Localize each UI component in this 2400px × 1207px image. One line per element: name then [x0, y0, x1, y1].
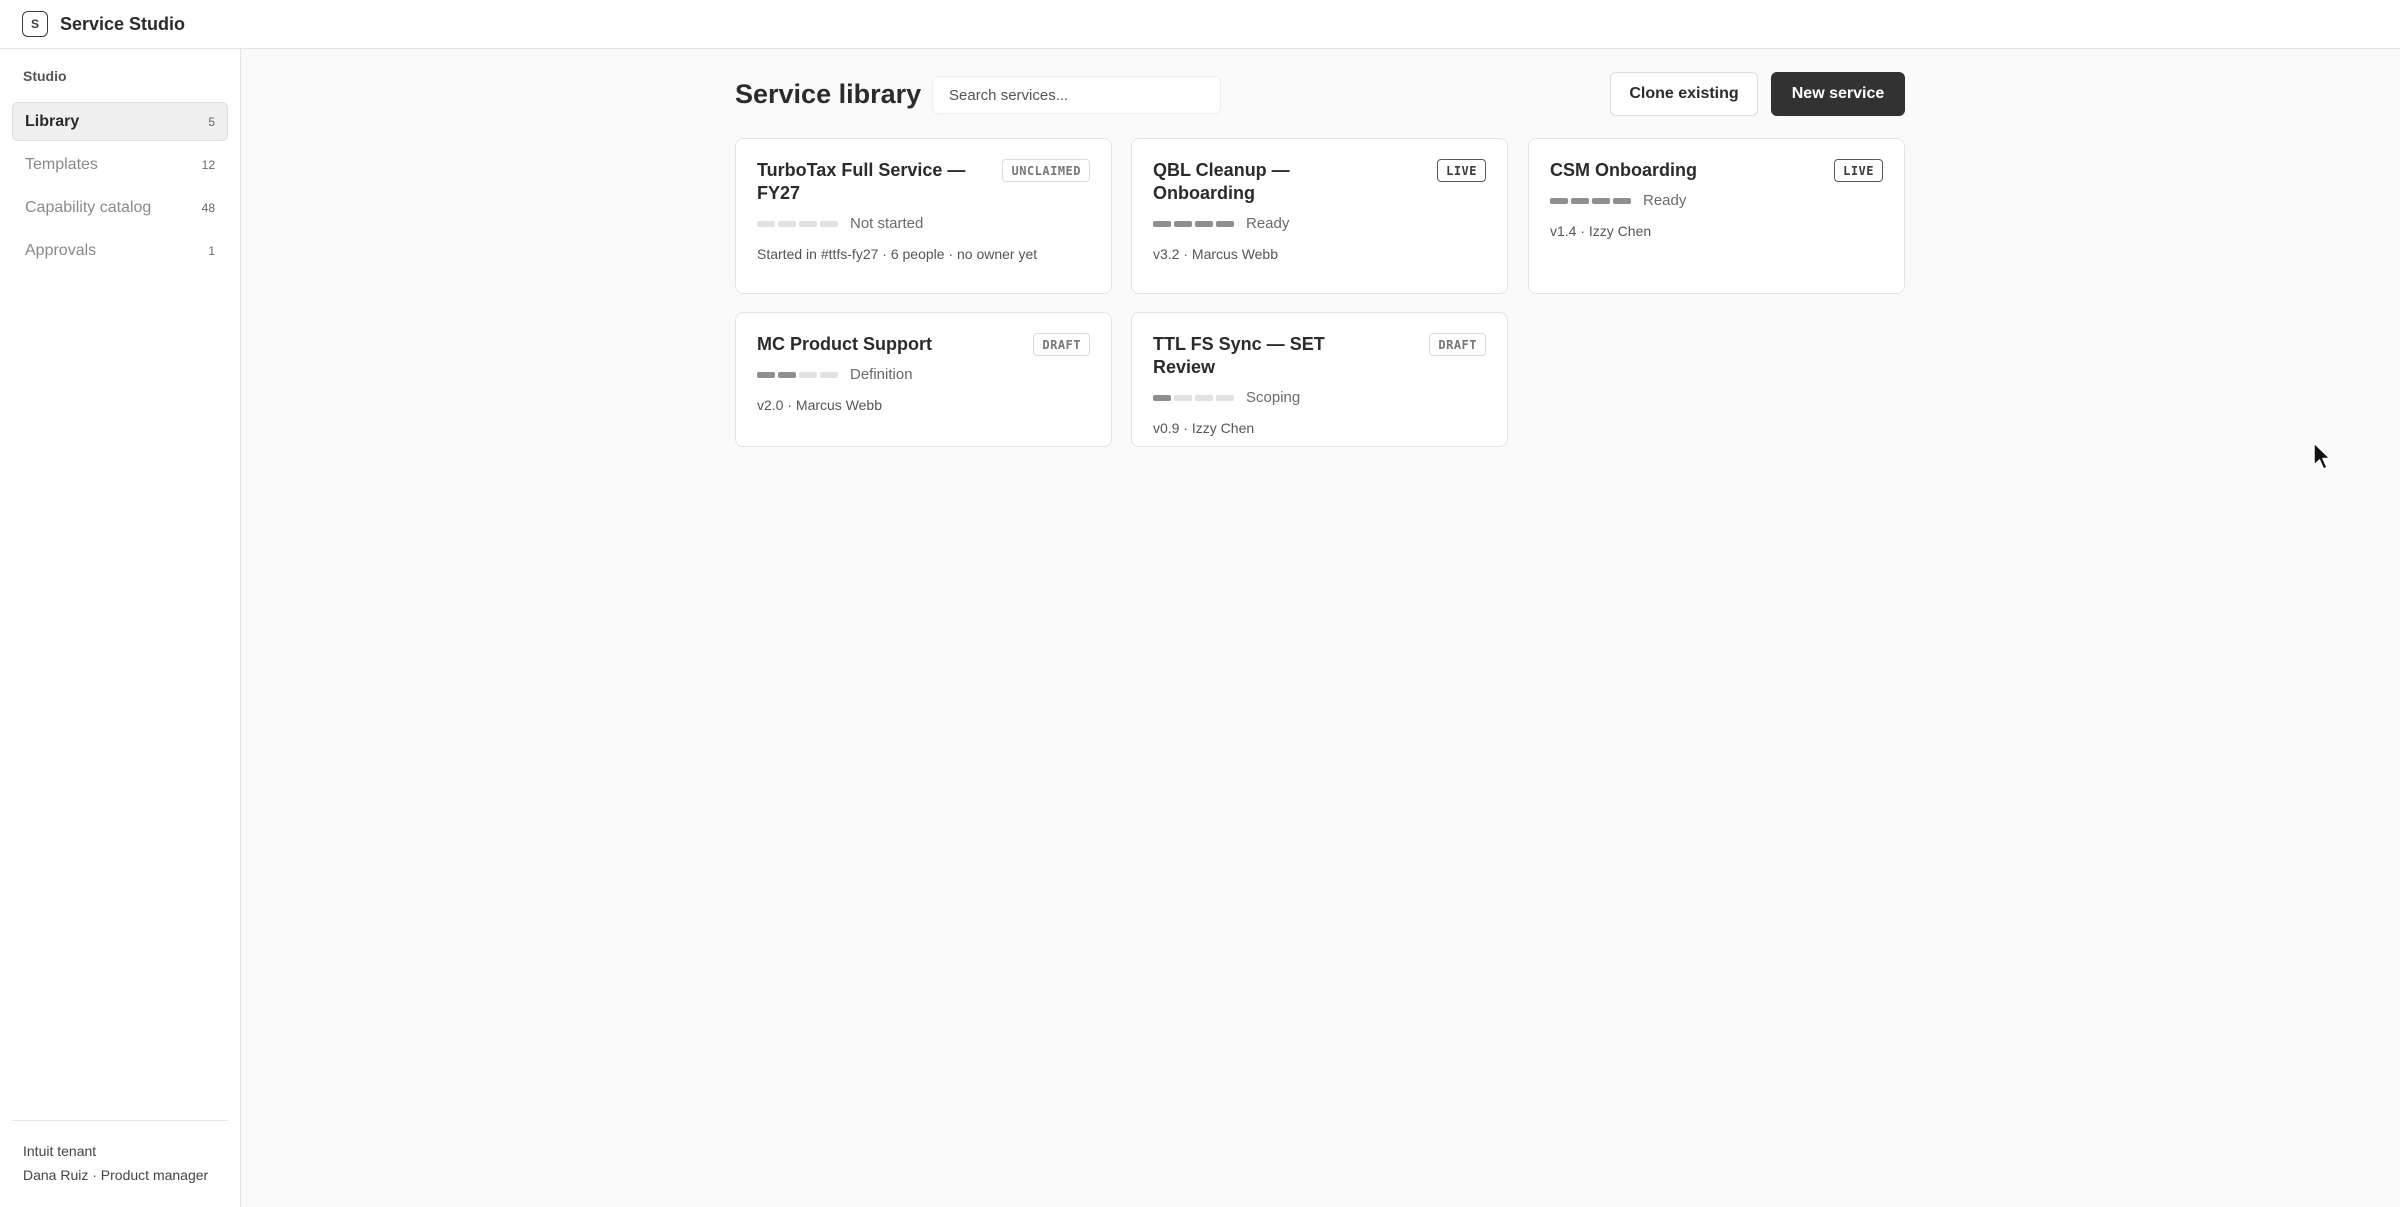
sidebar-item-label: Capability catalog — [25, 198, 152, 216]
sidebar-item-approvals[interactable]: Approvals 1 — [12, 231, 228, 270]
service-card[interactable]: TTL FS Sync — SET Review DRAFT Scoping v… — [1131, 312, 1508, 447]
search-input[interactable] — [932, 76, 1221, 114]
progress-segment — [1216, 220, 1234, 227]
sidebar-item-count: 5 — [208, 114, 215, 129]
stage-label: Ready — [1643, 192, 1687, 209]
sidebar-item-capability-catalog[interactable]: Capability catalog 48 — [12, 188, 228, 227]
progress-segment — [778, 371, 796, 378]
service-card[interactable]: TurboTax Full Service — FY27 UNCLAIMED N… — [735, 138, 1112, 294]
progress-segment — [757, 371, 775, 378]
new-service-button[interactable]: New service — [1771, 72, 1905, 116]
status-badge: LIVE — [1437, 159, 1486, 182]
sidebar-nav: Library 5 Templates 12 Capability catalo… — [12, 102, 228, 274]
mouse-cursor-icon — [2313, 442, 2331, 470]
tenant-name: Intuit tenant — [23, 1143, 97, 1159]
progress-segment — [1550, 197, 1568, 204]
service-card-meta: Started in #ttfs-fy27 · 6 people · no ow… — [757, 246, 1038, 262]
progress-segment — [799, 220, 817, 227]
stage-label: Ready — [1246, 215, 1290, 232]
sidebar-footer: Intuit tenant Dana Ruiz · Product manage… — [12, 1120, 228, 1187]
progress-segment — [778, 220, 796, 227]
service-card[interactable]: QBL Cleanup — Onboarding LIVE Ready v3.2… — [1131, 138, 1508, 294]
progress-segment — [1174, 220, 1192, 227]
service-card[interactable]: CSM Onboarding LIVE Ready v1.4 · Izzy Ch… — [1528, 138, 1905, 294]
stage-label: Definition — [850, 366, 913, 383]
top-bar: S Service Studio — [0, 0, 2400, 49]
sidebar-item-count: 12 — [201, 157, 215, 172]
library-toolbar: Service library Clone existing New servi… — [735, 72, 1905, 116]
progress-segment — [1153, 220, 1171, 227]
stage-progress: Definition — [757, 366, 1090, 383]
page-title: Service library — [735, 79, 922, 109]
progress-segment — [1613, 197, 1631, 204]
status-badge: DRAFT — [1429, 333, 1486, 356]
progress-segment — [1195, 394, 1213, 401]
stage-progress: Scoping — [1153, 389, 1486, 406]
app-title: Service Studio — [60, 13, 186, 34]
sidebar-section-title: Studio — [23, 68, 67, 84]
progress-segment — [1153, 394, 1171, 401]
sidebar-item-label: Approvals — [25, 241, 97, 259]
stage-label: Scoping — [1246, 389, 1301, 406]
sidebar-item-count: 48 — [201, 200, 215, 215]
status-badge: UNCLAIMED — [1002, 159, 1090, 182]
stage-progress: Ready — [1550, 192, 1883, 209]
progress-segment — [799, 371, 817, 378]
service-card-title: CSM Onboarding — [1550, 160, 1697, 180]
progress-segment — [1216, 394, 1234, 401]
progress-segment — [820, 220, 838, 227]
progress-segment — [1571, 197, 1589, 204]
stage-progress: Ready — [1153, 215, 1486, 232]
progress-segment — [1195, 220, 1213, 227]
sidebar-item-count: 1 — [208, 243, 215, 258]
sidebar: Studio Library 5 Templates 12 Capability… — [0, 49, 241, 1207]
status-badge: LIVE — [1834, 159, 1883, 182]
service-card-meta: v2.0 · Marcus Webb — [757, 397, 883, 413]
stage-progress: Not started — [757, 215, 1090, 232]
current-user: Dana Ruiz · Product manager — [23, 1167, 209, 1183]
clone-existing-button[interactable]: Clone existing — [1610, 72, 1758, 116]
status-badge: DRAFT — [1033, 333, 1090, 356]
app-logo: S — [22, 11, 48, 37]
progress-segment — [820, 371, 838, 378]
sidebar-item-label: Templates — [25, 155, 98, 173]
stage-label: Not started — [850, 215, 924, 232]
sidebar-item-templates[interactable]: Templates 12 — [12, 145, 228, 184]
sidebar-item-label: Library — [25, 112, 80, 130]
progress-segment — [757, 220, 775, 227]
progress-segment — [1592, 197, 1610, 204]
service-card-title: QBL Cleanup — Onboarding — [1153, 160, 1290, 203]
service-card-meta: v0.9 · Izzy Chen — [1153, 420, 1255, 436]
service-card[interactable]: MC Product Support DRAFT Definition v2.0… — [735, 312, 1112, 447]
progress-segment — [1174, 394, 1192, 401]
service-card-meta: v1.4 · Izzy Chen — [1550, 223, 1652, 239]
sidebar-item-library[interactable]: Library 5 — [12, 102, 228, 141]
service-card-meta: v3.2 · Marcus Webb — [1153, 246, 1279, 262]
